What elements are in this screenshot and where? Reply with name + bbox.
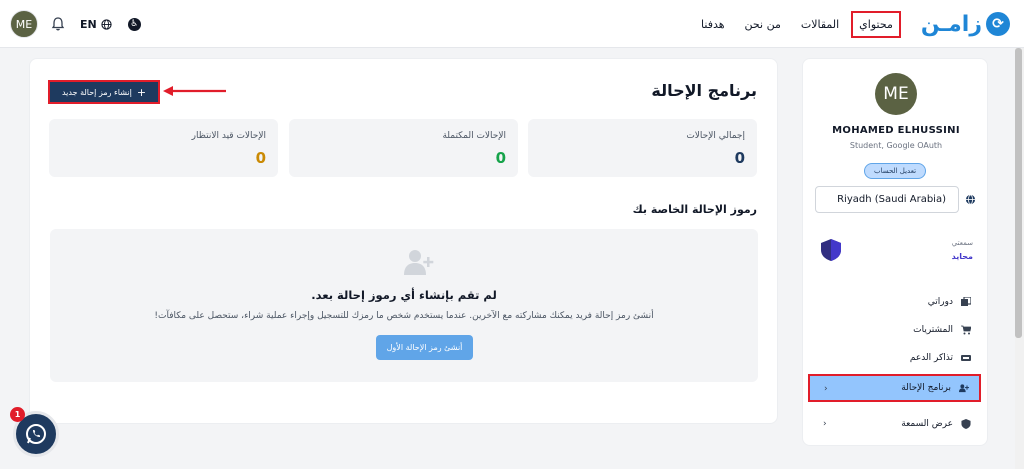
- sidebar-item-support-tickets[interactable]: تذاكر الدعم: [809, 345, 981, 371]
- language-label: EN: [80, 17, 97, 31]
- scrollbar-thumb[interactable]: [1015, 48, 1022, 338]
- empty-state: لم تقم بإنشاء أي رموز إحالة بعد. أنشئ رم…: [50, 229, 758, 382]
- navbar-utilities: ME EN ♿: [10, 10, 141, 38]
- globe-icon: [965, 194, 976, 205]
- cart-icon: [961, 325, 971, 335]
- bell-icon[interactable]: [50, 16, 66, 32]
- sidebar-item-label: المشتريات: [913, 325, 953, 335]
- top-navbar: ME EN ♿ ⟳ زامـن محتواي المقالات من نحن ه…: [0, 0, 1024, 48]
- shield-icon: [961, 419, 971, 429]
- profile-sidebar: ME MOHAMED ELHUSSINI Student, Google OAu…: [802, 58, 988, 446]
- referral-main-card: برنامج الإحالة + إنشاء رمز إحالة جديد إج…: [29, 58, 778, 424]
- logo-icon: ⟳: [986, 12, 1010, 36]
- user-plus-icon: [959, 384, 969, 393]
- sidebar-item-label: برنامج الإحالة: [901, 383, 951, 393]
- user-role: Student, Google OAuth: [849, 141, 943, 150]
- sidebar-item-label: دوراتي: [927, 297, 953, 307]
- shield-icon: [821, 239, 841, 261]
- nav-menu: محتواي المقالات من نحن هدفنا: [689, 10, 901, 38]
- nav-item-goal[interactable]: هدفنا: [693, 12, 733, 37]
- stat-total-referrals: إجمالي الإحالات 0: [528, 119, 757, 177]
- plus-icon: +: [136, 85, 147, 99]
- brand-logo[interactable]: ⟳ زامـن: [921, 12, 1010, 37]
- chevron-left-icon: ‹: [823, 419, 827, 429]
- profile-avatar: ME: [875, 73, 917, 115]
- nav-item-articles[interactable]: المقالات: [793, 12, 847, 37]
- language-switcher[interactable]: EN: [80, 18, 112, 31]
- sidebar-item-label: تذاكر الدعم: [909, 353, 953, 363]
- empty-state-title: لم تقم بإنشاء أي رموز إحالة بعد.: [311, 288, 497, 302]
- stat-value: 0: [255, 149, 266, 167]
- nav-item-about[interactable]: من نحن: [737, 12, 789, 37]
- page-scrollbar[interactable]: [1015, 48, 1024, 469]
- stat-label: الإحالات المكتملة: [442, 131, 506, 141]
- referral-codes-title: رموز الإحالة الخاصة بك: [632, 203, 757, 216]
- sidebar-item-purchases[interactable]: المشتريات: [809, 317, 981, 343]
- sidebar-item-label: عرض السمعة: [901, 419, 953, 429]
- stat-pending-referrals: الإحالات قيد الانتظار 0: [49, 119, 278, 177]
- sidebar-item-referral-program[interactable]: برنامج الإحالة ‹: [808, 374, 981, 402]
- stat-completed-referrals: الإحالات المكتملة 0: [289, 119, 518, 177]
- globe-icon: [101, 18, 112, 30]
- navbar-main: ⟳ زامـن محتواي المقالات من نحن هدفنا: [689, 7, 1010, 41]
- ticket-icon: [961, 355, 971, 361]
- whatsapp-icon: [26, 424, 46, 444]
- courses-icon: [961, 297, 971, 306]
- arrow-annotation-icon: [163, 86, 226, 96]
- stat-label: الإحالات قيد الانتظار: [191, 131, 266, 141]
- page-title: برنامج الإحالة: [651, 81, 757, 100]
- user-name: MOHAMED ELHUSSINI: [832, 125, 960, 136]
- chevron-left-icon: ‹: [824, 384, 828, 394]
- sidebar-item-my-courses[interactable]: دوراتي: [809, 289, 981, 315]
- nav-item-my-content[interactable]: محتواي: [851, 10, 901, 38]
- notification-badge: 1: [10, 407, 25, 422]
- reputation-value: محايد: [951, 252, 973, 261]
- reputation-label: سمعتي: [951, 239, 973, 247]
- user-avatar[interactable]: ME: [10, 10, 38, 38]
- stat-label: إجمالي الإحالات: [686, 131, 745, 141]
- user-plus-icon: [404, 250, 434, 275]
- stat-value: 0: [734, 149, 745, 167]
- sidebar-item-reputation[interactable]: عرض السمعة ‹: [809, 411, 981, 437]
- create-referral-code-button[interactable]: + إنشاء رمز إحالة جديد: [48, 80, 160, 104]
- brand-name: زامـن: [920, 11, 982, 37]
- create-first-code-button[interactable]: أنشئ رمز الإحالة الأول: [376, 335, 473, 360]
- create-button-label: إنشاء رمز إحالة جديد: [61, 87, 132, 97]
- stat-value: 0: [495, 149, 506, 167]
- empty-state-description: أنشئ رمز إحالة فريد يمكنك مشاركته مع الآ…: [154, 311, 654, 321]
- accessibility-icon[interactable]: ♿: [127, 17, 141, 31]
- edit-account-button[interactable]: تعديل الحساب: [864, 163, 926, 179]
- timezone-select[interactable]: Riyadh (Saudi Arabia): [815, 186, 959, 213]
